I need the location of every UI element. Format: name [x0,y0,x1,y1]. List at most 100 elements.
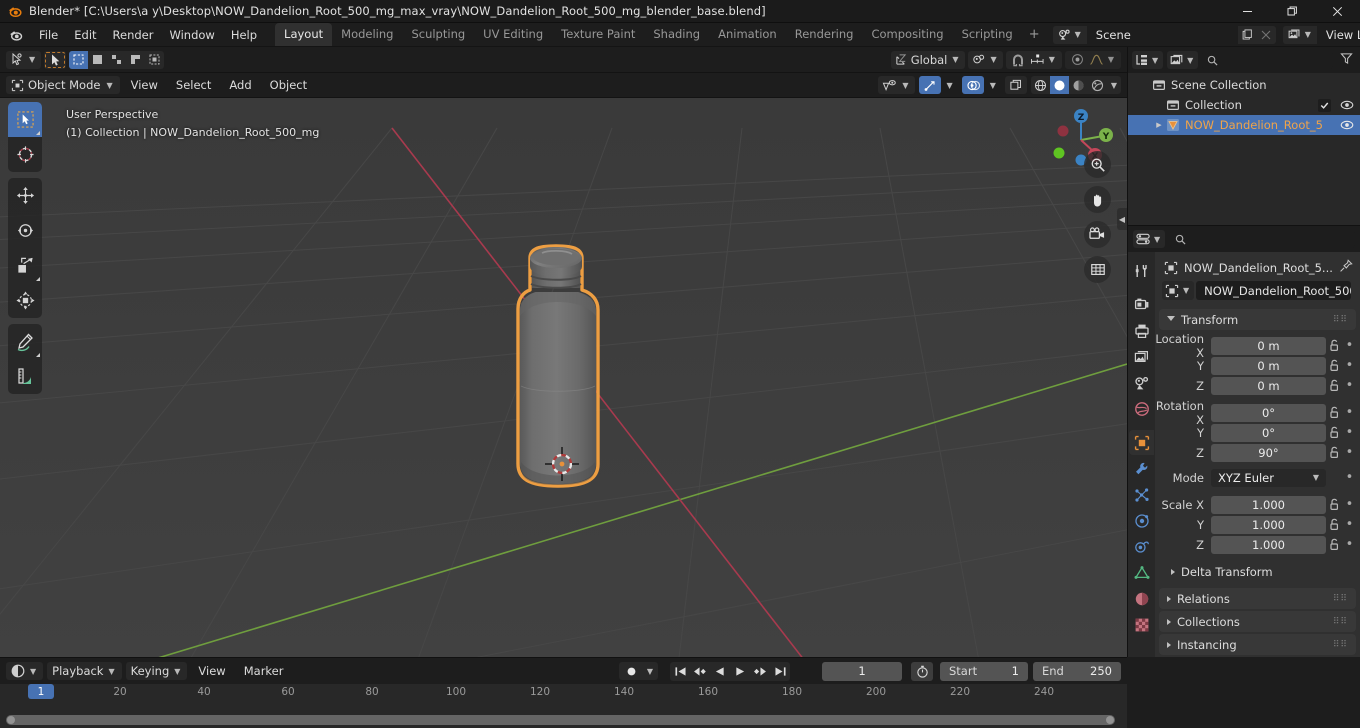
view-layer-name[interactable]: View Layer [1317,25,1360,44]
lock-icon[interactable] [1326,339,1343,352]
tab-shading[interactable]: Shading [644,23,709,46]
tab-tool[interactable] [1129,258,1154,283]
field-value[interactable]: 0° [1211,403,1326,422]
field-value[interactable]: 1.000 [1211,495,1326,514]
tab-scripting[interactable]: Scripting [953,23,1022,46]
tab-layout[interactable]: Layout [275,23,333,46]
tab-sculpting[interactable]: Sculpting [402,23,474,46]
lock-icon[interactable] [1326,446,1343,459]
active-tool-icon[interactable] [44,50,67,69]
sidebar-toggle-arrow[interactable]: ◀ [1117,208,1127,230]
timeline-ruler[interactable]: 20 40 60 80 100 120 140 160 180 200 220 … [0,684,1127,728]
camera-view-icon[interactable] [1084,221,1111,248]
snap-target-dropdown[interactable]: ▼ [967,50,1003,69]
object-browse-dropdown[interactable]: ▼ [1162,281,1195,300]
tab-material[interactable] [1129,586,1154,611]
visibility-icon[interactable]: ▼ [878,76,915,94]
menu-window[interactable]: Window [161,25,222,45]
tab-rendering[interactable]: Rendering [786,23,863,46]
jump-end-icon[interactable] [770,662,790,681]
collection-checkbox[interactable] [1318,98,1331,112]
timeline-menu-view[interactable]: View [191,663,232,679]
pin-icon[interactable] [1339,259,1353,276]
rotate-tool[interactable] [8,213,42,248]
auto-keyframe-toggle[interactable]: ▼ [618,662,658,680]
viewport-menu-add[interactable]: Add [222,77,258,93]
tweak-tool[interactable] [8,102,42,137]
viewport-menu-object[interactable]: Object [263,77,314,93]
overlays-icon[interactable] [961,76,984,94]
blender-menu-icon[interactable] [0,28,31,42]
eye-icon[interactable] [1340,99,1354,111]
scale-tool[interactable] [8,248,42,283]
object-name-field[interactable]: NOW_Dandelion_Root_500_... [1196,281,1351,300]
frame-start-field[interactable]: Start 1 [940,661,1028,681]
field-value[interactable]: 0° [1211,423,1326,442]
field-value[interactable]: 0 m [1211,376,1326,395]
panel-header-transform[interactable]: Transform ⠿⠿ [1159,309,1356,330]
viewport-menu-view[interactable]: View [124,77,165,93]
tab-texture[interactable] [1129,612,1154,637]
proportional-edit-icon[interactable] [1068,51,1087,69]
transform-orientation-dropdown[interactable]: Global ▼ [890,50,965,69]
panel-header-instancing[interactable]: Instancing ⠿⠿ [1159,634,1356,655]
viewport-menu-select[interactable]: Select [169,77,218,93]
tab-compositing[interactable]: Compositing [862,23,952,46]
play-icon[interactable] [730,662,750,681]
field-value[interactable]: 1.000 [1211,535,1326,554]
snap-increment-icon[interactable] [1028,51,1047,69]
tab-view-layer[interactable] [1129,344,1154,369]
pan-hand-icon[interactable] [1084,186,1111,213]
xray-icon[interactable] [1004,76,1027,94]
toggle-ortho-icon[interactable] [1084,256,1111,283]
scene-id-field[interactable]: ▼ Scene [1052,25,1276,44]
properties-editor-type-dropdown[interactable]: ▼ [1133,230,1166,248]
rendered-icon[interactable] [1088,76,1107,94]
transform-tool[interactable] [8,283,42,318]
outliner-filter-id-dropdown[interactable]: ▼ [1167,51,1199,69]
tab-object-data[interactable] [1129,560,1154,585]
menu-file[interactable]: File [31,25,66,45]
play-reverse-icon[interactable] [710,662,730,681]
material-preview-icon[interactable] [1069,76,1088,94]
magnet-icon[interactable] [1009,51,1028,69]
scroll-handle-right[interactable] [1106,716,1114,724]
stopwatch-icon[interactable] [911,661,933,681]
select-set-icon[interactable] [88,51,107,69]
menu-help[interactable]: Help [223,25,265,45]
scene-name[interactable]: Scene [1087,25,1238,44]
tab-particles[interactable] [1129,482,1154,507]
move-tool[interactable] [8,178,42,213]
view-layer-id-field[interactable]: ▼ View Layer [1282,25,1360,44]
view-layer-icon[interactable]: ▼ [1282,25,1318,44]
tab-animation[interactable]: Animation [709,23,786,46]
interaction-mode-dropdown[interactable]: Object Mode ▼ [6,76,120,94]
menu-render[interactable]: Render [105,25,162,45]
lock-icon[interactable] [1326,538,1343,551]
panel-header-delta-transform[interactable]: Delta Transform [1155,562,1360,581]
add-workspace-button[interactable]: + [1022,25,1047,44]
gizmo-icon[interactable] [918,76,941,94]
lock-icon[interactable] [1326,498,1343,511]
lock-icon[interactable] [1326,518,1343,531]
menu-edit[interactable]: Edit [66,25,104,45]
timeline-playhead[interactable]: 1 [28,684,54,699]
tab-modifiers[interactable] [1129,456,1154,481]
zoom-icon[interactable] [1084,151,1111,178]
rotation-mode-dropdown[interactable]: XYZ Euler ▼ [1211,468,1326,487]
tab-modeling[interactable]: Modeling [332,23,402,46]
select-extend-icon[interactable] [107,51,126,69]
tab-object[interactable] [1129,430,1154,455]
gizmo-dropdown-chevron[interactable]: ▼ [945,81,955,90]
timeline-menu-marker[interactable]: Marker [237,663,291,679]
tweak-tool-icon[interactable]: ▼ [6,50,42,69]
tab-texture-paint[interactable]: Texture Paint [552,23,644,46]
cursor-tool[interactable] [8,137,42,172]
lock-icon[interactable] [1326,359,1343,372]
playback-menu[interactable]: Playback ▼ [47,662,122,680]
wireframe-icon[interactable] [1031,76,1050,94]
close-button[interactable] [1315,0,1360,23]
scroll-handle-left[interactable] [7,716,15,724]
tab-constraints[interactable] [1129,534,1154,559]
unlink-scene-button[interactable] [1256,25,1276,44]
